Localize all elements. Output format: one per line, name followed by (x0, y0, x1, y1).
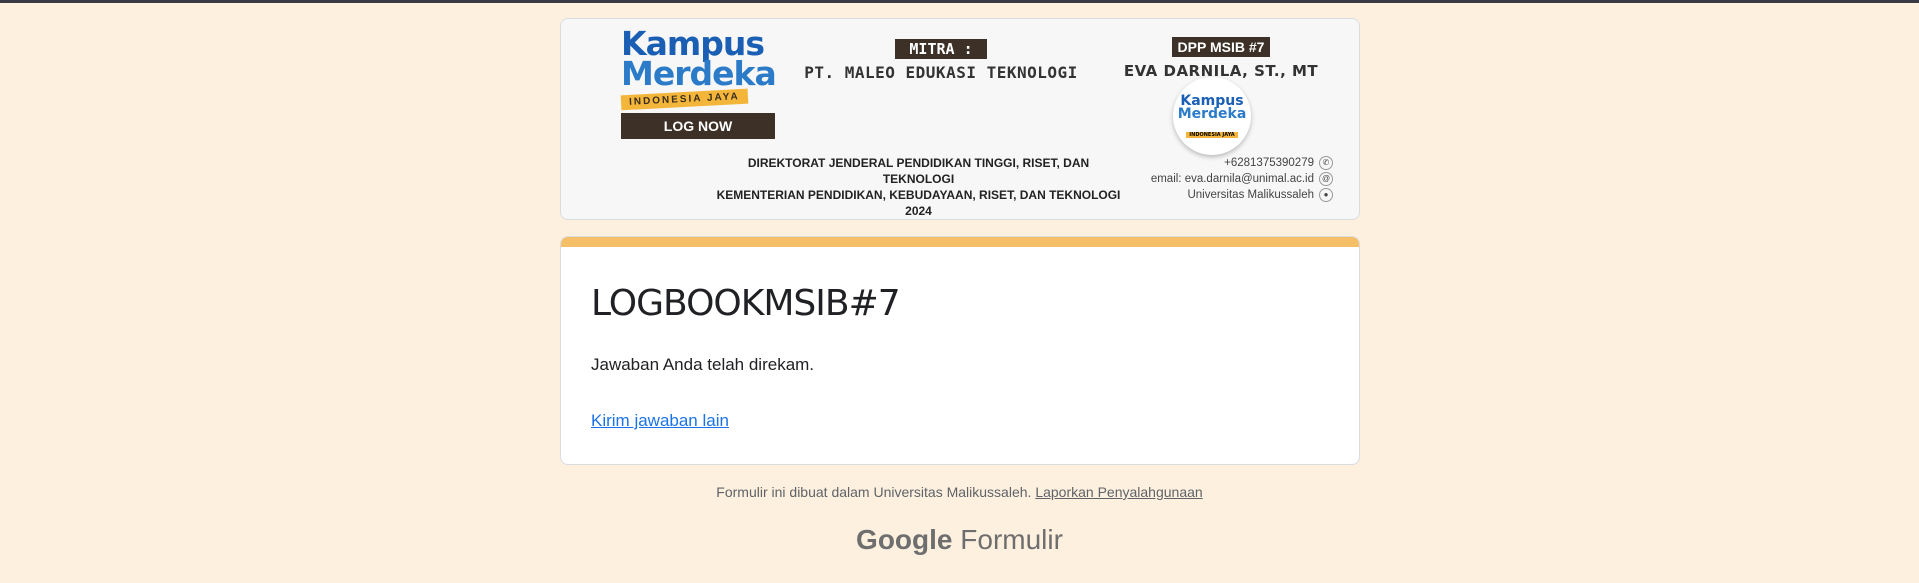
form-title: LOGBOOKMSIB#7 (591, 283, 901, 324)
ministry-line2: KEMENTERIAN PENDIDIKAN, KEBUDAYAAN, RISE… (716, 188, 1121, 202)
ministry-text: DIREKTORAT JENDERAL PENDIDIKAN TINGGI, R… (711, 155, 1126, 219)
confirmation-card: LOGBOOKMSIB#7 Jawaban Anda telah direkam… (560, 236, 1360, 465)
forms-wordmark: Formulir (960, 524, 1063, 555)
circle-logo-line2: Merdeka (1177, 106, 1247, 122)
dpp-block: DPP MSIB #7 EVA DARNILA, ST., MT (1116, 37, 1326, 80)
confirmation-message: Jawaban Anda telah direkam. (591, 355, 815, 374)
header-banner-image: Kampus Merdeka INDONESIA JAYA LOG NOW MI… (560, 18, 1360, 220)
email-row: email: eva.darnila@unimal.ac.id @ (1093, 171, 1333, 187)
google-wordmark: Google (856, 524, 953, 555)
phone-row: +6281375390279 ✆ (1093, 155, 1333, 171)
contact-info: +6281375390279 ✆ email: eva.darnila@unima… (1093, 155, 1333, 203)
phone-icon: ✆ (1319, 155, 1333, 170)
circle-logo-ribbon: INDONESIA JAYA (1186, 132, 1238, 138)
ministry-line1: DIREKTORAT JENDERAL PENDIDIKAN TINGGI, R… (747, 156, 1090, 186)
logo-line2: Merdeka (621, 54, 777, 93)
circle-logo: Kampus Merdeka INDONESIA JAYA (1173, 77, 1251, 155)
dpp-tag: DPP MSIB #7 (1171, 37, 1271, 57)
form-container: Kampus Merdeka INDONESIA JAYA LOG NOW MI… (560, 18, 1360, 465)
mitra-name: PT. MALEO EDUKASI TEKNOLOGI (804, 63, 1078, 82)
university-text: Universitas Malikussaleh (1187, 189, 1314, 201)
google-forms-logo[interactable]: Google Formulir (0, 524, 1919, 556)
email-icon: @ (1319, 171, 1333, 186)
mitra-block: MITRA : PT. MALEO EDUKASI TEKNOLOGI (801, 39, 1081, 82)
footer-note: Formulir ini dibuat dalam Universitas Ma… (0, 484, 1919, 500)
log-now-label: LOG NOW (621, 113, 775, 139)
university-row: Universitas Malikussaleh ● (1093, 187, 1333, 203)
phone-text: +6281375390279 (1224, 157, 1314, 169)
kampus-merdeka-logo: Kampus Merdeka INDONESIA JAYA LOG NOW (620, 27, 781, 139)
submit-another-response-link[interactable]: Kirim jawaban lain (591, 411, 729, 431)
email-text: email: eva.darnila@unimal.ac.id (1150, 173, 1314, 185)
mitra-tag: MITRA : (895, 39, 987, 59)
top-border (0, 0, 1919, 3)
ministry-year: 2024 (905, 204, 932, 218)
card-accent-bar (561, 237, 1359, 247)
location-icon: ● (1319, 187, 1333, 202)
footer-note-text: Formulir ini dibuat dalam Universitas Ma… (716, 484, 1032, 500)
report-abuse-link[interactable]: Laporkan Penyalahgunaan (1035, 484, 1202, 500)
logo-ribbon: INDONESIA JAYA (620, 88, 749, 111)
